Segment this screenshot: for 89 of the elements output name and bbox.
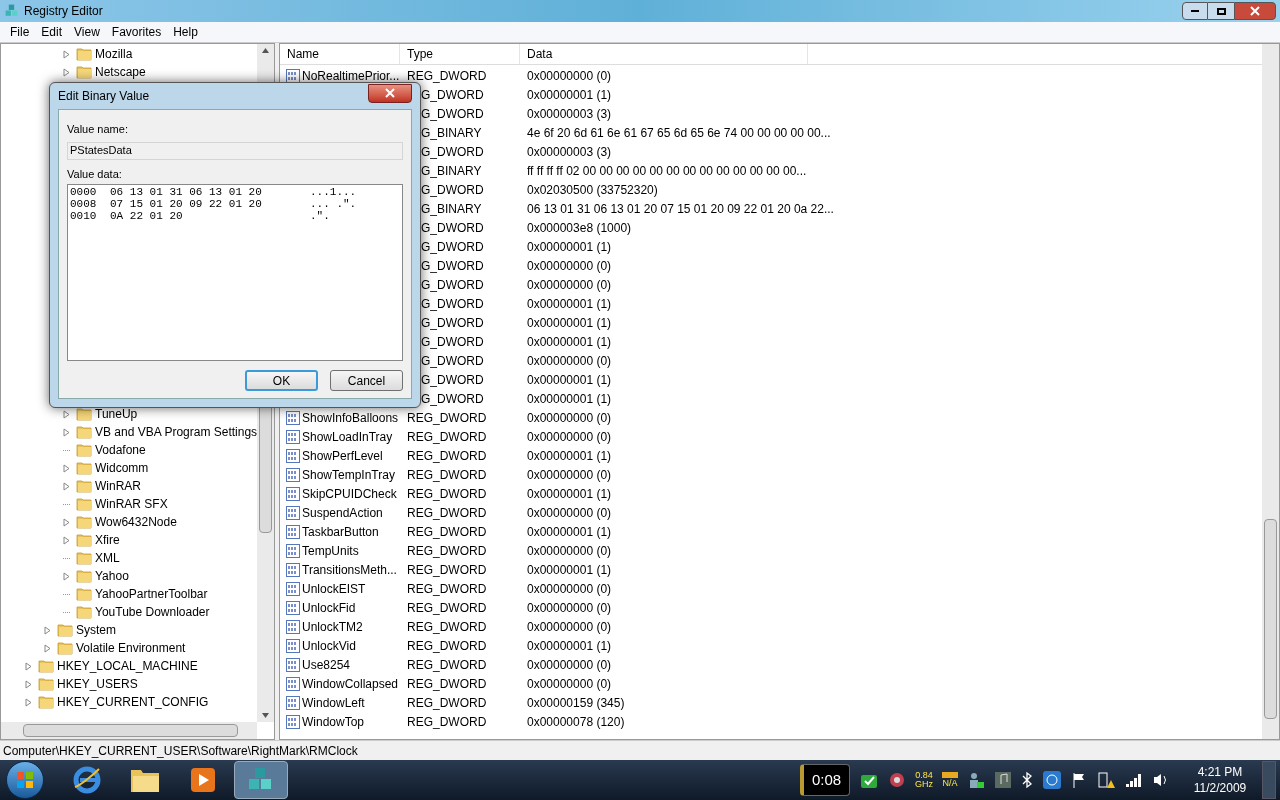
table-cell: G_DWORD: [421, 87, 484, 102]
table-cell: 0x00000001 (1): [527, 486, 612, 501]
table-cell: REG_DWORD: [407, 562, 487, 577]
table-cell: REG_DWORD: [407, 695, 487, 710]
table-cell: G_DWORD: [421, 315, 484, 330]
table-cell: 0x00000000 (0): [527, 657, 612, 672]
table-cell: 0x00000001 (1): [527, 315, 612, 330]
table-cell: 0x00000000 (0): [527, 353, 612, 368]
hex-bytes: 0A 22 01 20: [110, 210, 184, 222]
table-cell: G_DWORD: [421, 239, 484, 254]
table-cell: 0x00000000 (0): [527, 467, 612, 482]
table-cell: 0x00000000 (0): [527, 676, 612, 691]
value-name-field: PStatesData: [67, 141, 403, 160]
table-cell: G_DWORD: [421, 334, 484, 349]
table-cell: REG_DWORD: [407, 505, 487, 520]
timer-display: 0:08: [800, 764, 850, 796]
table-cell: 0x00000001 (1): [527, 334, 612, 349]
table-cell: G_BINARY: [421, 125, 482, 140]
table-cell: G_DWORD: [421, 182, 484, 197]
table-cell: REG_DWORD: [407, 524, 487, 539]
dialog-title: Edit Binary Value: [58, 88, 150, 105]
table-cell: REG_DWORD: [407, 600, 487, 615]
hex-bytes: 07 15 01 20 09 22 01 20: [110, 198, 263, 210]
table-cell: 0x00000001 (1): [527, 391, 612, 406]
hex-offset: 0000: [70, 186, 98, 198]
table-cell: 0x00000001 (1): [527, 524, 612, 539]
hex-ascii: .".: [310, 210, 330, 222]
field-label: Value data:: [67, 166, 123, 182]
table-cell: ff ff ff ff 02 00 00 00 00 00 00 00 00 00 00 00 00 00...: [527, 163, 807, 178]
table-cell: 0x00000001 (1): [527, 239, 612, 254]
table-cell: 0x000003e8 (1000): [527, 220, 632, 235]
table-cell: G_DWORD: [421, 353, 484, 368]
window-title: Registry Editor: [24, 3, 103, 20]
table-cell: REG_DWORD: [407, 581, 487, 596]
hex-offset: 0010: [70, 210, 98, 222]
table-cell: G_DWORD: [421, 258, 484, 273]
table-cell: G_DWORD: [421, 391, 484, 406]
table-cell: 0x00000000 (0): [527, 258, 612, 273]
table-cell: G_BINARY: [421, 201, 482, 216]
table-cell: 0x00000000 (0): [527, 581, 612, 596]
table-cell: REG_DWORD: [407, 68, 487, 83]
table-cell: 06 13 01 31 06 13 01 20 07 15 01 20 09 22 01 20 0a 22...: [527, 201, 834, 216]
table-cell: G_DWORD: [421, 144, 484, 159]
table-cell: 0x00000000 (0): [527, 410, 612, 425]
table-cell: 0x00000159 (345): [527, 695, 625, 710]
table-cell: REG_DWORD: [407, 714, 487, 729]
table-cell: 0x00000000 (0): [527, 505, 612, 520]
table-cell: 0x00000000 (0): [527, 619, 612, 634]
table-cell: 0x00000000 (0): [527, 277, 612, 292]
table-cell: 4e 6f 20 6d 61 6e 61 67 65 6d 65 6e 74 00 00 00 00 00...: [527, 125, 831, 140]
table-cell: 0x00000000 (0): [527, 68, 612, 83]
table-cell: REG_DWORD: [407, 543, 487, 558]
table-cell: 0x00000000 (0): [527, 600, 612, 615]
table-cell: G_BINARY: [421, 163, 482, 178]
hex-offset: 0008: [70, 198, 98, 210]
table-cell: 0x00000001 (1): [527, 87, 612, 102]
table-cell: 0x00000000 (0): [527, 429, 612, 444]
table-cell: 0x00000001 (1): [527, 562, 612, 577]
table-cell: REG_DWORD: [407, 448, 487, 463]
table-cell: G_DWORD: [421, 106, 484, 121]
hex-ascii: ... .".: [310, 198, 357, 210]
table-cell: 0x02030500 (33752320): [527, 182, 658, 197]
hex-ascii: ...1...: [310, 186, 357, 198]
status-bar-path: Computer\HKEY_CURRENT_USER\Software\RightMark\RMClock: [3, 742, 358, 760]
table-cell: REG_DWORD: [407, 467, 487, 482]
table-cell: 0x00000003 (3): [527, 144, 612, 159]
table-cell: G_DWORD: [421, 220, 484, 235]
cpu-frequency: 0.84: [915, 771, 933, 780]
field-label: Value name:: [67, 122, 129, 137]
table-cell: 0x00000001 (1): [527, 638, 612, 653]
table-cell: 0x00000001 (1): [527, 296, 612, 311]
table-cell: G_DWORD: [421, 277, 484, 292]
battery-label: N/A: [942, 778, 958, 788]
cpu-frequency-unit: GHz: [915, 780, 933, 789]
table-cell: 0x00000001 (1): [527, 372, 612, 387]
table-cell: REG_DWORD: [407, 657, 487, 672]
table-cell: REG_DWORD: [407, 486, 487, 501]
table-cell: G_DWORD: [421, 372, 484, 387]
table-cell: 0x00000001 (1): [527, 448, 612, 463]
table-cell: REG_DWORD: [407, 410, 487, 425]
table-cell: G_DWORD: [421, 296, 484, 311]
table-cell: REG_DWORD: [407, 619, 487, 634]
table-cell: REG_DWORD: [407, 429, 487, 444]
table-cell: 0x00000078 (120): [527, 714, 625, 729]
table-cell: REG_DWORD: [407, 676, 487, 691]
hex-bytes: 06 13 01 31 06 13 01 20: [110, 186, 263, 198]
table-cell: 0x00000000 (0): [527, 543, 612, 558]
table-cell: REG_DWORD: [407, 638, 487, 653]
table-cell: 0x00000003 (3): [527, 106, 612, 121]
